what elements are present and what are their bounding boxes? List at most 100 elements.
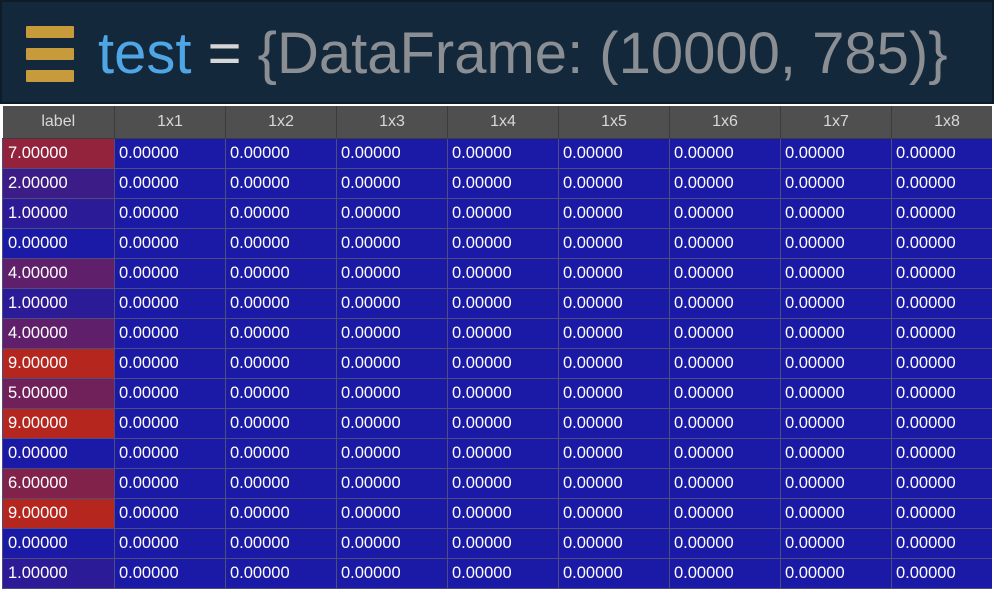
- table-row[interactable]: 0.00000 0.00000 0.00000 0.00000 0.00000 0.000…: [2, 228, 992, 259]
- data-cell[interactable]: 0.00000: [780, 408, 892, 439]
- label-cell[interactable]: 0.00000: [2, 228, 115, 259]
- dataframe-grid[interactable]: label 1x1 1x2 1x3 1x4 1x5 1x6 1x7 1x8 7.00000 0.0…: [2, 106, 992, 602]
- hamburger-menu-icon[interactable]: [26, 26, 74, 82]
- data-cell[interactable]: 0.00000: [558, 438, 670, 469]
- data-cell[interactable]: 0.00000: [891, 348, 992, 379]
- table-row[interactable]: 9.00000 0.00000 0.00000 0.00000 0.00000 0.000…: [2, 348, 992, 379]
- data-cell[interactable]: 0.00000: [447, 288, 559, 319]
- data-cell[interactable]: 0.00000: [558, 288, 670, 319]
- table-row[interactable]: 6.00000 0.00000 0.00000 0.00000 0.00000 0.000…: [2, 468, 992, 499]
- data-cell[interactable]: 0.00000: [891, 498, 992, 529]
- data-cell[interactable]: 0.00000: [114, 288, 226, 319]
- data-cell[interactable]: 0.00000: [780, 558, 892, 589]
- data-cell[interactable]: 0.00000: [336, 438, 448, 469]
- data-cell[interactable]: 0.00000: [336, 348, 448, 379]
- data-cell[interactable]: 0.00000: [336, 378, 448, 409]
- data-cell[interactable]: 0.00000: [891, 318, 992, 349]
- data-cell[interactable]: 0.00000: [780, 168, 892, 199]
- label-cell[interactable]: 5.00000: [2, 378, 115, 409]
- label-cell[interactable]: 7.00000: [2, 138, 115, 169]
- data-cell[interactable]: 0.00000: [225, 228, 337, 259]
- data-cell[interactable]: 0.00000: [225, 198, 337, 229]
- table-row[interactable]: 0.00000 0.00000 0.00000 0.00000 0.00000 0.000…: [2, 528, 992, 559]
- data-cell[interactable]: 0.00000: [447, 318, 559, 349]
- data-cell[interactable]: 0.00000: [225, 258, 337, 289]
- data-cell[interactable]: 0.00000: [114, 498, 226, 529]
- data-cell[interactable]: 0.00000: [891, 468, 992, 499]
- data-cell[interactable]: 0.00000: [891, 558, 992, 589]
- data-cell[interactable]: 0.00000: [114, 468, 226, 499]
- data-cell[interactable]: 0.00000: [891, 528, 992, 559]
- data-cell[interactable]: 0.00000: [558, 318, 670, 349]
- data-cell[interactable]: 0.00000: [225, 468, 337, 499]
- data-cell[interactable]: 0.00000: [669, 408, 781, 439]
- data-cell[interactable]: 0.00000: [447, 558, 559, 589]
- column-header-1x8[interactable]: 1x8: [891, 106, 992, 139]
- data-cell[interactable]: 0.00000: [891, 228, 992, 259]
- data-cell[interactable]: 0.00000: [225, 138, 337, 169]
- table-row[interactable]: 7.00000 0.00000 0.00000 0.00000 0.00000 0.000…: [2, 138, 992, 169]
- data-cell[interactable]: 0.00000: [891, 168, 992, 199]
- data-cell[interactable]: 0.00000: [114, 318, 226, 349]
- data-cell[interactable]: 0.00000: [336, 468, 448, 499]
- data-cell[interactable]: 0.00000: [447, 348, 559, 379]
- data-cell[interactable]: 0.00000: [669, 318, 781, 349]
- data-cell[interactable]: 0.00000: [669, 348, 781, 379]
- data-cell[interactable]: 0.00000: [225, 408, 337, 439]
- data-cell[interactable]: 0.00000: [114, 138, 226, 169]
- data-cell[interactable]: 0.00000: [447, 138, 559, 169]
- data-cell[interactable]: 0.00000: [558, 228, 670, 259]
- data-cell[interactable]: 0.00000: [114, 558, 226, 589]
- label-cell[interactable]: 4.00000: [2, 258, 115, 289]
- data-cell[interactable]: 0.00000: [780, 438, 892, 469]
- data-cell[interactable]: 0.00000: [780, 318, 892, 349]
- data-cell[interactable]: 0.00000: [336, 168, 448, 199]
- data-cell[interactable]: 0.00000: [669, 198, 781, 229]
- label-cell[interactable]: 4.00000: [2, 318, 115, 349]
- data-cell[interactable]: 0.00000: [891, 288, 992, 319]
- data-cell[interactable]: 0.00000: [669, 168, 781, 199]
- data-cell[interactable]: 0.00000: [114, 348, 226, 379]
- column-header-1x4[interactable]: 1x4: [447, 106, 559, 139]
- data-cell[interactable]: 0.00000: [225, 168, 337, 199]
- label-cell[interactable]: 9.00000: [2, 498, 115, 529]
- data-cell[interactable]: 0.00000: [447, 468, 559, 499]
- data-cell[interactable]: 0.00000: [669, 468, 781, 499]
- label-cell[interactable]: 0.00000: [2, 528, 115, 559]
- data-cell[interactable]: 0.00000: [336, 228, 448, 259]
- data-cell[interactable]: 0.00000: [780, 258, 892, 289]
- data-cell[interactable]: 0.00000: [336, 558, 448, 589]
- label-cell[interactable]: 9.00000: [2, 408, 115, 439]
- data-cell[interactable]: 0.00000: [336, 138, 448, 169]
- data-cell[interactable]: 0.00000: [225, 498, 337, 529]
- data-cell[interactable]: 0.00000: [114, 438, 226, 469]
- data-cell[interactable]: 0.00000: [447, 168, 559, 199]
- data-cell[interactable]: 0.00000: [558, 168, 670, 199]
- table-row[interactable]: 1.00000 0.00000 0.00000 0.00000 0.00000 0.000…: [2, 288, 992, 319]
- data-cell[interactable]: 0.00000: [336, 198, 448, 229]
- data-cell[interactable]: 0.00000: [336, 318, 448, 349]
- data-cell[interactable]: 0.00000: [891, 198, 992, 229]
- column-header-1x6[interactable]: 1x6: [669, 106, 781, 139]
- data-cell[interactable]: 0.00000: [558, 558, 670, 589]
- label-cell[interactable]: 0.00000: [2, 438, 115, 469]
- data-cell[interactable]: 0.00000: [336, 408, 448, 439]
- label-cell[interactable]: 1.00000: [2, 198, 115, 229]
- data-cell[interactable]: 0.00000: [669, 258, 781, 289]
- column-header-1x3[interactable]: 1x3: [336, 106, 448, 139]
- data-cell[interactable]: 0.00000: [669, 288, 781, 319]
- label-cell[interactable]: 1.00000: [2, 288, 115, 319]
- table-row[interactable]: 1.00000 0.00000 0.00000 0.00000 0.00000 0.000…: [2, 198, 992, 229]
- data-cell[interactable]: 0.00000: [669, 528, 781, 559]
- table-row[interactable]: 5.00000 0.00000 0.00000 0.00000 0.00000 0.000…: [2, 378, 992, 409]
- data-cell[interactable]: 0.00000: [780, 138, 892, 169]
- data-cell[interactable]: 0.00000: [447, 498, 559, 529]
- table-row[interactable]: 9.00000 0.00000 0.00000 0.00000 0.00000 0.000…: [2, 498, 992, 529]
- data-cell[interactable]: 0.00000: [558, 138, 670, 169]
- data-cell[interactable]: 0.00000: [225, 558, 337, 589]
- data-cell[interactable]: 0.00000: [780, 228, 892, 259]
- column-header-1x2[interactable]: 1x2: [225, 106, 337, 139]
- data-cell[interactable]: 0.00000: [336, 288, 448, 319]
- table-row[interactable]: 4.00000 0.00000 0.00000 0.00000 0.00000 0.000…: [2, 258, 992, 289]
- data-cell[interactable]: 0.00000: [114, 528, 226, 559]
